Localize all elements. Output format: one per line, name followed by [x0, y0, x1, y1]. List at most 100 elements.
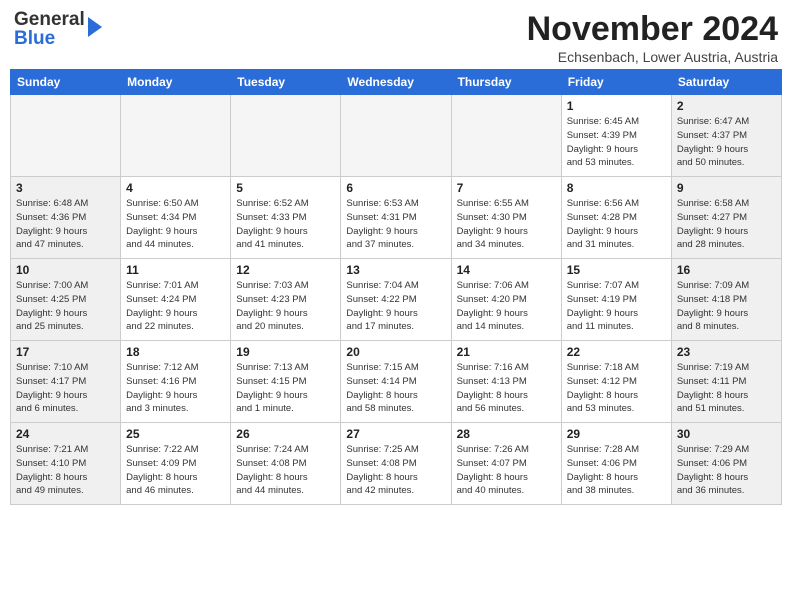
day-info: Sunrise: 7:21 AM Sunset: 4:10 PM Dayligh…: [16, 444, 88, 496]
day-info: Sunrise: 7:29 AM Sunset: 4:06 PM Dayligh…: [677, 444, 749, 496]
calendar-day-cell: 12 Sunrise: 7:03 AM Sunset: 4:23 PM Dayli…: [231, 259, 341, 341]
calendar-day-cell: [231, 95, 341, 177]
calendar-wrapper: Sunday Monday Tuesday Wednesday Thursday…: [0, 69, 792, 515]
day-info: Sunrise: 7:24 AM Sunset: 4:08 PM Dayligh…: [236, 444, 308, 496]
day-info: Sunrise: 7:06 AM Sunset: 4:20 PM Dayligh…: [457, 280, 529, 332]
calendar-day-cell: 19 Sunrise: 7:13 AM Sunset: 4:15 PM Dayli…: [231, 341, 341, 423]
day-info: Sunrise: 7:25 AM Sunset: 4:08 PM Dayligh…: [346, 444, 418, 496]
day-info: Sunrise: 7:07 AM Sunset: 4:19 PM Dayligh…: [567, 280, 639, 332]
day-info: Sunrise: 7:19 AM Sunset: 4:11 PM Dayligh…: [677, 362, 749, 414]
day-number: 11: [126, 263, 225, 277]
month-title: November 2024: [527, 10, 778, 49]
day-info: Sunrise: 6:52 AM Sunset: 4:33 PM Dayligh…: [236, 198, 308, 250]
day-info: Sunrise: 7:22 AM Sunset: 4:09 PM Dayligh…: [126, 444, 198, 496]
day-info: Sunrise: 6:50 AM Sunset: 4:34 PM Dayligh…: [126, 198, 198, 250]
day-info: Sunrise: 6:55 AM Sunset: 4:30 PM Dayligh…: [457, 198, 529, 250]
location-title: Echsenbach, Lower Austria, Austria: [527, 49, 778, 65]
day-number: 21: [457, 345, 556, 359]
logo-text: General Blue: [14, 10, 85, 48]
calendar-day-cell: 27 Sunrise: 7:25 AM Sunset: 4:08 PM Dayli…: [341, 423, 451, 505]
day-number: 1: [567, 99, 666, 113]
header-thursday: Thursday: [451, 70, 561, 95]
day-number: 19: [236, 345, 335, 359]
day-number: 25: [126, 427, 225, 441]
calendar-day-cell: 25 Sunrise: 7:22 AM Sunset: 4:09 PM Dayli…: [121, 423, 231, 505]
calendar-day-cell: 9 Sunrise: 6:58 AM Sunset: 4:27 PM Daylig…: [671, 177, 781, 259]
day-number: 14: [457, 263, 556, 277]
header-wednesday: Wednesday: [341, 70, 451, 95]
day-number: 20: [346, 345, 445, 359]
day-number: 12: [236, 263, 335, 277]
header-monday: Monday: [121, 70, 231, 95]
calendar-day-cell: 11 Sunrise: 7:01 AM Sunset: 4:24 PM Dayli…: [121, 259, 231, 341]
day-number: 3: [16, 181, 115, 195]
calendar-day-cell: 1 Sunrise: 6:45 AM Sunset: 4:39 PM Daylig…: [561, 95, 671, 177]
calendar-day-cell: [341, 95, 451, 177]
day-number: 26: [236, 427, 335, 441]
calendar-day-cell: 15 Sunrise: 7:07 AM Sunset: 4:19 PM Dayli…: [561, 259, 671, 341]
calendar-day-cell: [11, 95, 121, 177]
header-friday: Friday: [561, 70, 671, 95]
day-number: 17: [16, 345, 115, 359]
day-number: 28: [457, 427, 556, 441]
day-info: Sunrise: 6:45 AM Sunset: 4:39 PM Dayligh…: [567, 116, 639, 168]
day-number: 30: [677, 427, 776, 441]
day-info: Sunrise: 7:18 AM Sunset: 4:12 PM Dayligh…: [567, 362, 639, 414]
day-number: 27: [346, 427, 445, 441]
day-info: Sunrise: 7:28 AM Sunset: 4:06 PM Dayligh…: [567, 444, 639, 496]
calendar-day-cell: 3Sunrise: 6:48 AM Sunset: 4:36 PM Daylig…: [11, 177, 121, 259]
header-tuesday: Tuesday: [231, 70, 341, 95]
title-section: November 2024 Echsenbach, Lower Austria,…: [527, 10, 778, 65]
calendar-day-cell: 2 Sunrise: 6:47 AM Sunset: 4:37 PM Daylig…: [671, 95, 781, 177]
calendar-day-cell: 18 Sunrise: 7:12 AM Sunset: 4:16 PM Dayli…: [121, 341, 231, 423]
day-info: Sunrise: 7:10 AM Sunset: 4:17 PM Dayligh…: [16, 362, 88, 414]
calendar-week-1: 1 Sunrise: 6:45 AM Sunset: 4:39 PM Daylig…: [11, 95, 782, 177]
day-number: 15: [567, 263, 666, 277]
day-info: Sunrise: 7:09 AM Sunset: 4:18 PM Dayligh…: [677, 280, 749, 332]
day-number: 13: [346, 263, 445, 277]
day-info: Sunrise: 7:12 AM Sunset: 4:16 PM Dayligh…: [126, 362, 198, 414]
header: General Blue November 2024 Echsenbach, L…: [0, 0, 792, 69]
day-number: 22: [567, 345, 666, 359]
day-number: 10: [16, 263, 115, 277]
calendar-week-4: 17 Sunrise: 7:10 AM Sunset: 4:17 PM Dayli…: [11, 341, 782, 423]
logo: General Blue: [14, 10, 102, 48]
calendar-week-3: 10 Sunrise: 7:00 AM Sunset: 4:25 PM Dayli…: [11, 259, 782, 341]
calendar-day-cell: 20 Sunrise: 7:15 AM Sunset: 4:14 PM Dayli…: [341, 341, 451, 423]
calendar-day-cell: 7Sunrise: 6:55 AM Sunset: 4:30 PM Daylig…: [451, 177, 561, 259]
day-number: 16: [677, 263, 776, 277]
day-info: Sunrise: 6:58 AM Sunset: 4:27 PM Dayligh…: [677, 198, 749, 250]
calendar-day-cell: 8Sunrise: 6:56 AM Sunset: 4:28 PM Daylig…: [561, 177, 671, 259]
day-number: 2: [677, 99, 776, 113]
calendar-day-cell: 17 Sunrise: 7:10 AM Sunset: 4:17 PM Dayli…: [11, 341, 121, 423]
day-info: Sunrise: 7:26 AM Sunset: 4:07 PM Dayligh…: [457, 444, 529, 496]
calendar-day-cell: 24 Sunrise: 7:21 AM Sunset: 4:10 PM Dayli…: [11, 423, 121, 505]
day-info: Sunrise: 7:15 AM Sunset: 4:14 PM Dayligh…: [346, 362, 418, 414]
calendar-day-cell: 10 Sunrise: 7:00 AM Sunset: 4:25 PM Dayli…: [11, 259, 121, 341]
day-number: 8: [567, 181, 666, 195]
day-info: Sunrise: 7:03 AM Sunset: 4:23 PM Dayligh…: [236, 280, 308, 332]
calendar-day-cell: 6Sunrise: 6:53 AM Sunset: 4:31 PM Daylig…: [341, 177, 451, 259]
day-number: 29: [567, 427, 666, 441]
day-info: Sunrise: 6:47 AM Sunset: 4:37 PM Dayligh…: [677, 116, 749, 168]
day-number: 9: [677, 181, 776, 195]
day-number: 24: [16, 427, 115, 441]
calendar-day-cell: 13Sunrise: 7:04 AM Sunset: 4:22 PM Dayli…: [341, 259, 451, 341]
day-info: Sunrise: 7:01 AM Sunset: 4:24 PM Dayligh…: [126, 280, 198, 332]
header-sunday: Sunday: [11, 70, 121, 95]
day-number: 18: [126, 345, 225, 359]
calendar-table: Sunday Monday Tuesday Wednesday Thursday…: [10, 69, 782, 505]
calendar-day-cell: 21 Sunrise: 7:16 AM Sunset: 4:13 PM Dayli…: [451, 341, 561, 423]
day-info: Sunrise: 7:13 AM Sunset: 4:15 PM Dayligh…: [236, 362, 308, 414]
calendar-day-cell: 29 Sunrise: 7:28 AM Sunset: 4:06 PM Dayli…: [561, 423, 671, 505]
calendar-day-cell: 28 Sunrise: 7:26 AM Sunset: 4:07 PM Dayli…: [451, 423, 561, 505]
day-info: Sunrise: 7:00 AM Sunset: 4:25 PM Dayligh…: [16, 280, 88, 332]
day-info: Sunrise: 7:16 AM Sunset: 4:13 PM Dayligh…: [457, 362, 529, 414]
day-info: Sunrise: 6:53 AM Sunset: 4:31 PM Dayligh…: [346, 198, 418, 250]
calendar-week-2: 3Sunrise: 6:48 AM Sunset: 4:36 PM Daylig…: [11, 177, 782, 259]
header-saturday: Saturday: [671, 70, 781, 95]
calendar-day-cell: 22 Sunrise: 7:18 AM Sunset: 4:12 PM Dayli…: [561, 341, 671, 423]
calendar-day-cell: [121, 95, 231, 177]
calendar-day-cell: 26 Sunrise: 7:24 AM Sunset: 4:08 PM Dayli…: [231, 423, 341, 505]
calendar-day-cell: 30 Sunrise: 7:29 AM Sunset: 4:06 PM Dayli…: [671, 423, 781, 505]
